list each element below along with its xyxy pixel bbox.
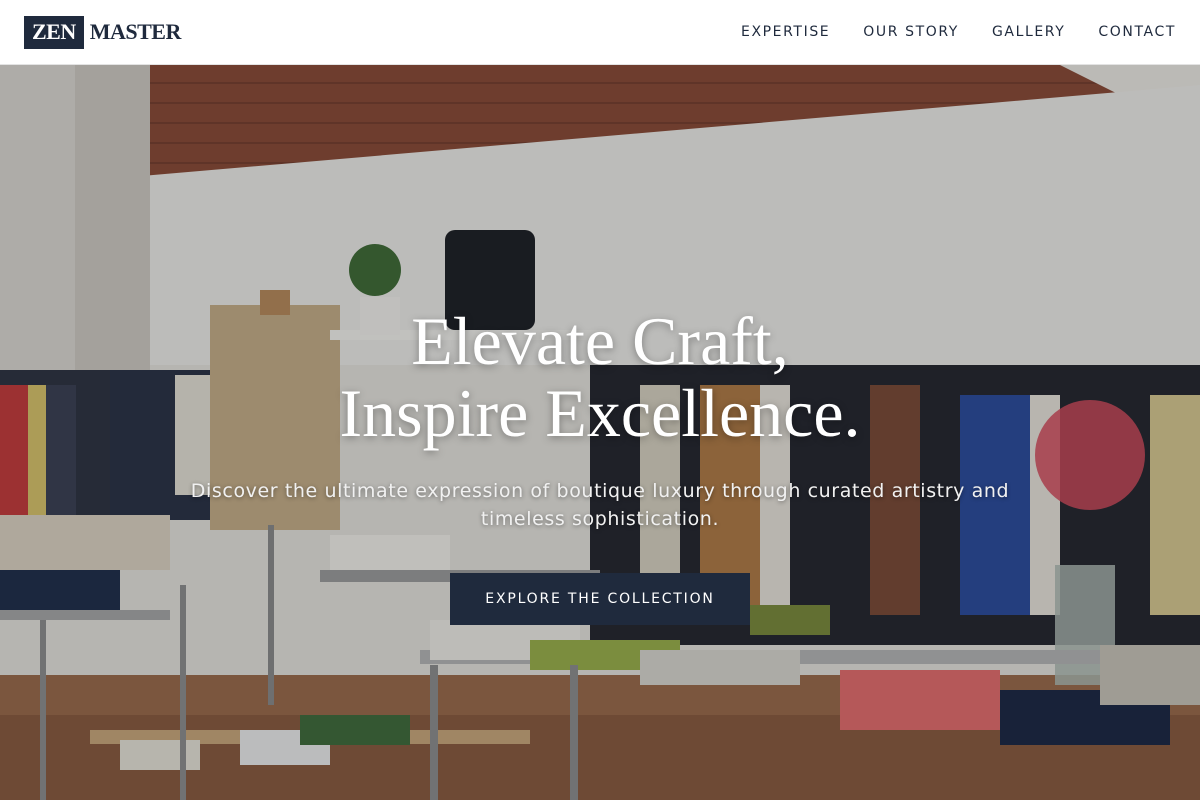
hero-section: Elevate Craft, Inspire Excellence. Disco… xyxy=(0,65,1200,800)
hero-title-line-1: Elevate Craft, xyxy=(411,303,789,379)
nav-link-gallery[interactable]: GALLERY xyxy=(992,24,1065,40)
logo-text: MASTER xyxy=(89,19,182,44)
hero-content: Elevate Craft, Inspire Excellence. Disco… xyxy=(0,305,1200,625)
hero-title-line-2: Inspire Excellence. xyxy=(339,375,861,451)
nav-link-contact[interactable]: CONTACT xyxy=(1098,24,1176,40)
hero-subtitle: Discover the ultimate expression of bout… xyxy=(190,480,1010,530)
nav-link-expertise[interactable]: EXPERTISE xyxy=(741,24,830,40)
explore-collection-button[interactable]: EXPLORE THE COLLECTION xyxy=(450,573,750,625)
logo-box: ZEN xyxy=(24,15,84,49)
main-nav: EXPERTISE OUR STORY GALLERY CONTACT xyxy=(708,24,1176,40)
nav-link-our-story[interactable]: OUR STORY xyxy=(863,24,959,40)
site-header: ZEN MASTER EXPERTISE OUR STORY GALLERY C… xyxy=(0,0,1200,65)
hero-title: Elevate Craft, Inspire Excellence. xyxy=(0,305,1200,449)
logo[interactable]: ZEN MASTER xyxy=(24,15,182,49)
